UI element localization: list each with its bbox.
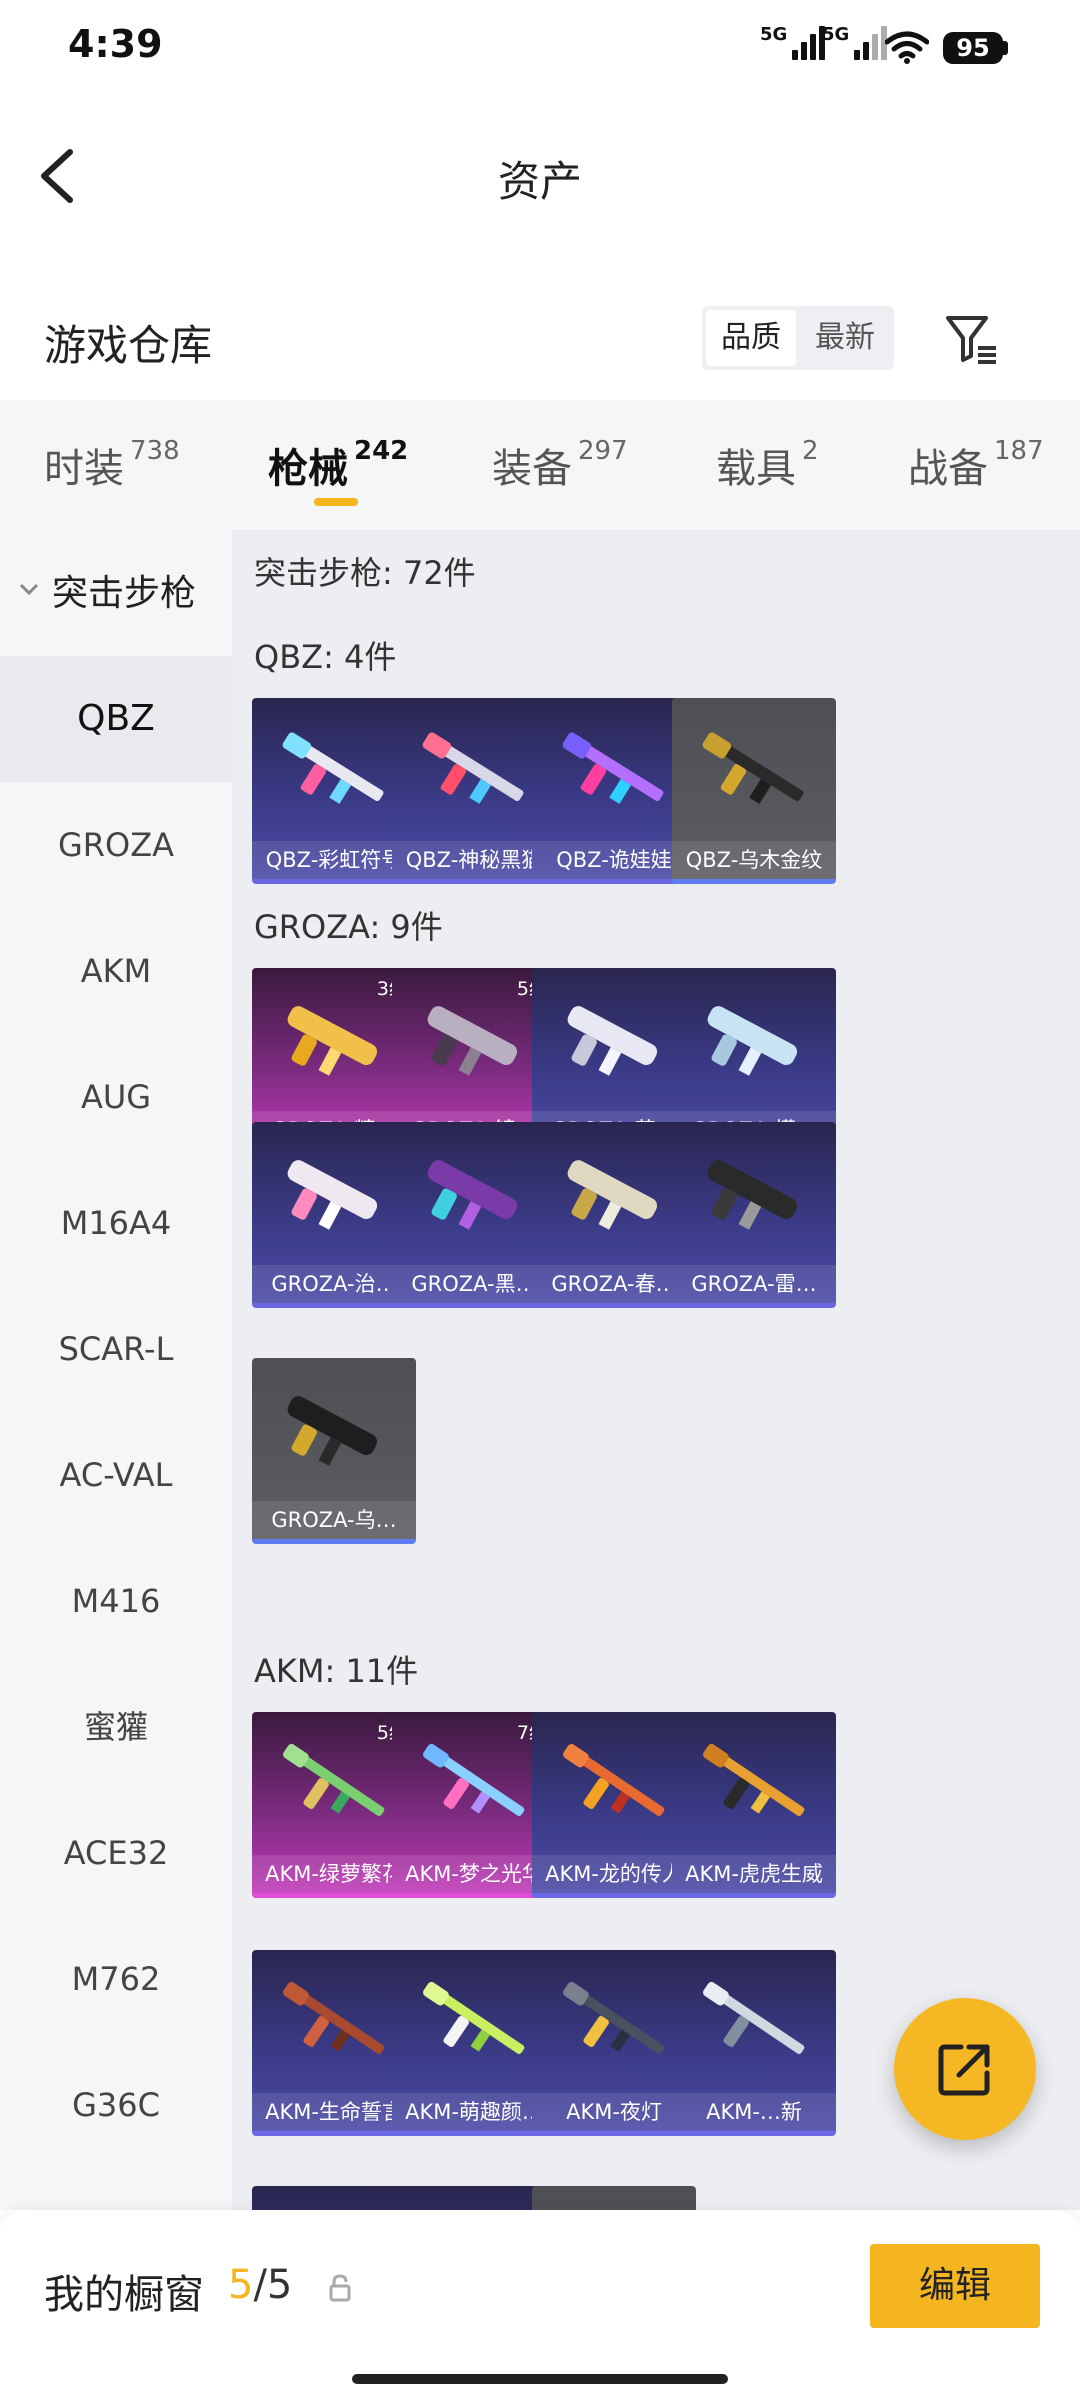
weapon-name: GROZA-雷… <box>672 1265 836 1303</box>
weapon-card[interactable] <box>532 2186 696 2210</box>
sidebar-item-aug[interactable]: AUG <box>0 1034 232 1160</box>
weapon-name: AKM-虎虎生威 <box>672 1855 836 1893</box>
weapon-card[interactable]: AKM-…新 <box>672 1950 836 2136</box>
weapon-card[interactable]: AKM-虎虎生威 <box>672 1712 836 1898</box>
sidebar-item-m762[interactable]: M762 <box>0 1916 232 2042</box>
tab-label: 时装 <box>44 446 124 492</box>
page-title: 资产 <box>497 157 582 206</box>
section-title-groza: GROZA: 9件 <box>254 908 443 946</box>
status-time: 4:39 <box>68 22 163 66</box>
rifle-icon <box>563 1743 665 1816</box>
signal-5g-icon-2: 5G <box>822 24 888 60</box>
tab-firearms[interactable]: 枪械 242 <box>268 436 408 494</box>
weapon-card[interactable]: QBZ-乌木金纹 <box>672 698 836 884</box>
rifle-icon <box>562 732 664 804</box>
showcase-count: 5/5 <box>228 2262 292 2308</box>
sidebar-group-assault-rifles[interactable]: 突击步枪 <box>0 560 232 620</box>
showcase-used: 5 <box>228 2262 254 2308</box>
tab-count: 297 <box>578 436 628 466</box>
tab-equipment[interactable]: 装备 297 <box>492 436 628 494</box>
lock-icon <box>329 2274 351 2302</box>
weapon-name: GROZA-乌… <box>252 1501 416 1539</box>
rifle-icon <box>702 732 804 804</box>
edit-button[interactable]: 编辑 <box>870 2244 1040 2328</box>
sidebar-item-honey-badger[interactable]: 蜜獾 <box>0 1664 232 1790</box>
rifle-icon <box>427 1160 518 1230</box>
tab-label: 战备 <box>908 446 988 492</box>
rifle-icon <box>707 1006 798 1076</box>
sidebar-item-g36c[interactable]: G36C <box>0 2042 232 2168</box>
share-button[interactable] <box>894 1998 1036 2140</box>
wifi-icon <box>885 31 929 64</box>
chevron-down-icon <box>19 583 39 596</box>
showcase-bar: 我的橱窗 5/5 编辑 <box>0 2210 1080 2400</box>
rifle-icon <box>423 1981 525 2054</box>
tab-count: 2 <box>802 436 819 466</box>
tab-count: 738 <box>130 436 180 466</box>
tab-count: 187 <box>994 436 1044 466</box>
section-title-qbz: QBZ: 4件 <box>254 638 397 676</box>
sort-quality-button[interactable]: 品质 <box>706 310 796 366</box>
sidebar-item-groza[interactable]: GROZA <box>0 782 232 908</box>
showcase-label: 我的橱窗 <box>44 2272 204 2318</box>
sidebar-item-ace32[interactable]: ACE32 <box>0 1790 232 1916</box>
share-external-icon <box>938 2044 990 2096</box>
tab-label: 载具 <box>716 446 796 492</box>
rifle-icon <box>567 1160 658 1230</box>
network-type-label-2: 5G <box>822 24 850 45</box>
battery-tip <box>1003 41 1008 55</box>
active-tab-indicator <box>314 498 358 506</box>
rifle-icon <box>707 1160 798 1230</box>
rifle-icon <box>427 1006 518 1076</box>
weapon-card[interactable]: GROZA-乌… <box>252 1358 416 1544</box>
showcase-total: /5 <box>253 2262 293 2308</box>
weapon-name: AKM-…新 <box>672 2093 836 2131</box>
signal-5g-icon: 5G <box>760 24 826 60</box>
warehouse-title: 游戏仓库 <box>44 321 213 370</box>
category-summary: 突击步枪: 72件 <box>254 554 476 592</box>
rifle-icon <box>287 1160 378 1230</box>
rifle-icon <box>567 1006 658 1076</box>
tab-supplies[interactable]: 战备 187 <box>908 436 1044 494</box>
sidebar-item-akm[interactable]: AKM <box>0 908 232 1034</box>
rifle-icon <box>283 1981 385 2054</box>
rifle-icon <box>423 1743 525 1816</box>
rifle-icon <box>703 1981 805 2054</box>
rifle-icon <box>287 1006 378 1076</box>
sidebar-item-scar-l[interactable]: SCAR-L <box>0 1286 232 1412</box>
sort-toggle: 品质 最新 <box>702 306 894 370</box>
category-tabs: 时装 738 枪械 242 装备 297 载具 2 战备 187 <box>0 400 1080 530</box>
tab-label: 装备 <box>492 446 572 492</box>
sidebar-item-ac-val[interactable]: AC-VAL <box>0 1412 232 1538</box>
tab-fashion[interactable]: 时装 738 <box>44 436 180 494</box>
weapon-name: QBZ-乌木金纹 <box>672 841 836 879</box>
rifle-icon <box>282 732 384 804</box>
network-type-label: 5G <box>760 24 788 45</box>
rifle-icon <box>563 1981 665 2054</box>
weapon-card[interactable]: GROZA-雷… <box>672 1122 836 1308</box>
sidebar-item-m16a4[interactable]: M16A4 <box>0 1160 232 1286</box>
sidebar-item-qbz[interactable]: QBZ <box>0 656 232 782</box>
battery-icon: 95 <box>943 32 1003 64</box>
status-bar: 4:39 5G 5G 95 <box>0 0 1080 100</box>
section-title-akm: AKM: 11件 <box>254 1652 419 1690</box>
weapon-sidebar: 突击步枪 QBZ GROZA AKM AUG M16A4 SCAR-L AC-V… <box>0 530 232 2210</box>
sort-newest-button[interactable]: 最新 <box>800 310 890 366</box>
rifle-icon <box>287 1396 378 1466</box>
tab-count: 242 <box>354 436 409 466</box>
sidebar-group-label: 突击步枪 <box>52 573 197 614</box>
home-indicator <box>352 2374 728 2384</box>
rifle-icon <box>283 1743 385 1816</box>
rifle-icon <box>422 732 524 804</box>
tab-label: 枪械 <box>268 446 348 492</box>
tab-vehicles[interactable]: 载具 2 <box>716 436 819 494</box>
rifle-icon <box>703 1743 805 1816</box>
weapon-grid: 突击步枪: 72件 QBZ: 4件 GROZA: 9件 AKM: 11件 QBZ… <box>232 530 1080 2210</box>
filter-icon[interactable] <box>944 312 1000 366</box>
sidebar-item-m416[interactable]: M416 <box>0 1538 232 1664</box>
